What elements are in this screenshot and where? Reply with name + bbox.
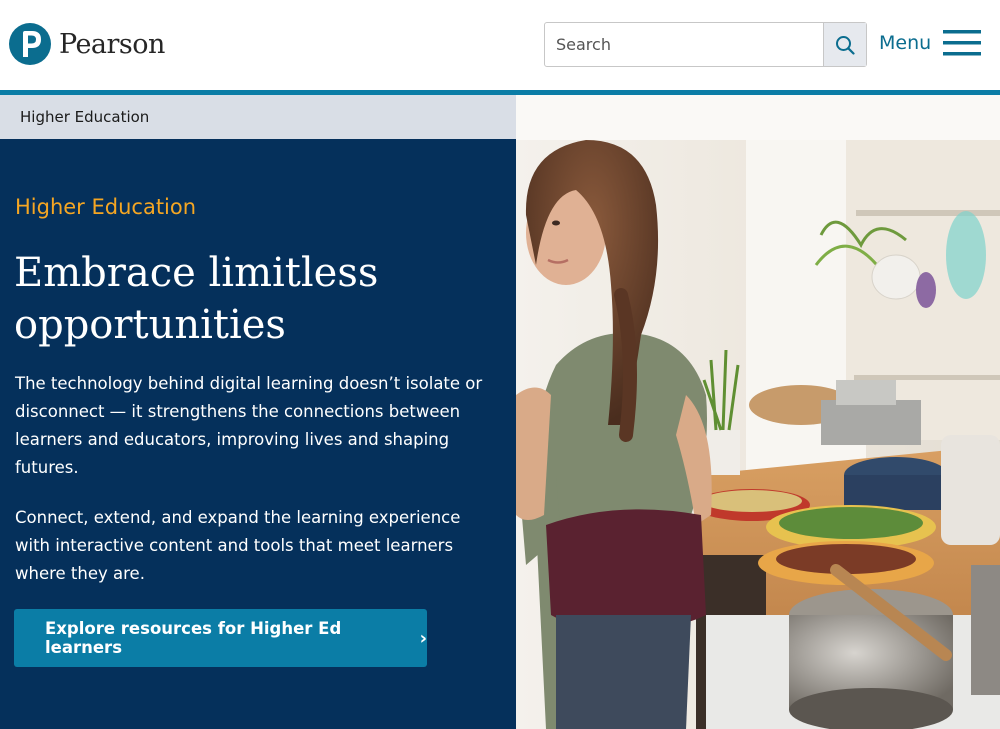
search-button[interactable] [823, 23, 866, 66]
hamburger-icon [943, 30, 982, 56]
hero-paragraph-2: Connect, extend, and expand the learning… [15, 508, 461, 583]
hero-paragraph-1: The technology behind digital learning d… [15, 374, 483, 477]
pearson-logo-link[interactable]: Pearson [9, 21, 165, 67]
explore-resources-button[interactable]: Explore resources for Higher Ed learners… [14, 609, 427, 667]
site-header: Pearson Menu [0, 0, 1000, 90]
search-input[interactable] [545, 23, 823, 66]
hero-title: Embrace limitless opportunities [14, 250, 379, 348]
menu-label: Menu [879, 32, 932, 54]
breadcrumb-item-higher-education[interactable]: Higher Education [20, 108, 149, 126]
brand-name: Pearson [59, 28, 165, 60]
hero-kitchen-photo [516, 95, 1000, 729]
hero-panel: Higher Education Embrace limitless oppor… [0, 139, 516, 729]
search-box [544, 22, 867, 67]
chevron-right-icon: › [419, 627, 427, 649]
hero-eyebrow: Higher Education [15, 195, 197, 219]
cta-label: Explore resources for Higher Ed learners [45, 619, 342, 657]
menu-button[interactable]: Menu [879, 28, 982, 58]
pearson-p-logo-icon [9, 23, 51, 65]
search-icon [836, 35, 855, 55]
hero-image [516, 95, 1000, 729]
breadcrumb: Higher Education [0, 95, 516, 139]
